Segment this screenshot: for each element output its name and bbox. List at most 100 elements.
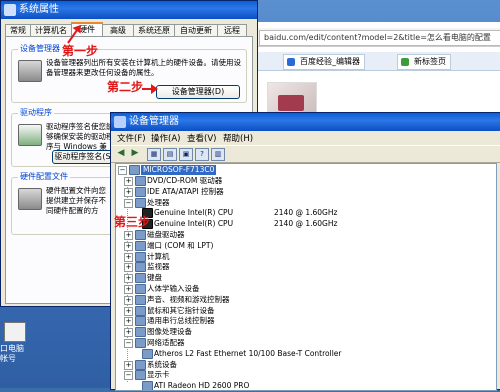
tree-label: 人体学输入设备 <box>147 284 200 293</box>
device-icon <box>142 348 153 359</box>
device-manager-description: 设备管理器列出所有安装在计算机上的硬件设备。请使用设备管理器来更改任何设备的属性… <box>46 58 241 77</box>
new-tab-icon <box>401 58 409 66</box>
menu-help[interactable]: 帮助(H) <box>223 132 253 144</box>
tree-label: 网络适配器 <box>147 338 185 347</box>
expand-icon[interactable]: + <box>124 317 133 327</box>
device-category-icon <box>135 305 146 316</box>
desktop-shortcut[interactable]: 口电脑 帐号 <box>0 322 30 382</box>
menu-view[interactable]: 查看(V) <box>187 132 216 144</box>
forward-icon[interactable]: ▶ <box>129 148 141 159</box>
computer-icon <box>129 165 140 175</box>
tree-label: DVD/CD-ROM 驱动器 <box>147 176 223 185</box>
device-category-icon <box>135 262 146 273</box>
menu-file[interactable]: 文件(F) <box>117 132 146 144</box>
address-bar: baidu.com/edit/content?model=2&title=怎么看… <box>251 28 500 47</box>
baidu-paw-icon <box>287 58 295 66</box>
expand-icon[interactable]: + <box>124 295 133 305</box>
browser-tab-editor[interactable]: 百度经验_编辑器 <box>283 54 365 70</box>
device-category-icon <box>135 240 146 251</box>
expand-icon[interactable]: + <box>124 177 133 186</box>
expand-icon[interactable]: + <box>124 263 133 273</box>
device-manager-icon <box>18 60 42 82</box>
device-category-icon <box>135 284 146 294</box>
step1-annotation: 第一步 <box>62 44 99 58</box>
device-category-icon <box>135 251 146 262</box>
driver-signing-icon <box>18 124 42 146</box>
expand-icon[interactable]: + <box>124 252 133 262</box>
tree-label: 图像处理设备 <box>147 327 192 337</box>
device-category-icon <box>135 370 146 381</box>
driver-description: 驱动程序签名使您能够确保安装的驱动程序与 Windows 兼容。Windows … <box>46 122 114 151</box>
device-category-icon <box>135 176 146 186</box>
address-input[interactable]: baidu.com/edit/content?model=2&title=怎么看… <box>259 30 500 46</box>
menu-bar: 文件(F) 操作(A) 查看(V) 帮助(H) <box>111 131 500 145</box>
expand-icon[interactable]: + <box>124 285 133 294</box>
help-icon[interactable]: ? <box>195 148 209 161</box>
tree-label: 磁盘驱动器 <box>147 230 185 239</box>
device-category-icon <box>135 186 146 197</box>
step3-annotation: 第三步 <box>114 215 151 229</box>
cpu-speed: 2140 @ 1.60GHz <box>274 219 338 229</box>
tree-label: Genuine Intel(R) CPU <box>154 208 234 218</box>
view-icon[interactable]: ▥ <box>211 148 225 161</box>
expand-icon[interactable]: + <box>124 241 133 251</box>
expand-icon[interactable]: + <box>124 328 133 338</box>
expand-icon[interactable]: + <box>124 187 133 197</box>
browser-tab-strip: 百度经验_编辑器 新标签页 <box>251 52 500 71</box>
expand-icon[interactable]: + <box>124 231 133 240</box>
expand-icon[interactable]: + <box>124 360 133 370</box>
device-category-icon <box>135 230 146 240</box>
collapse-icon[interactable]: − <box>124 198 133 208</box>
tree-label: 计算机 <box>147 251 170 261</box>
device-category-icon <box>135 273 146 284</box>
device-manager-button[interactable]: 设备管理器(D) <box>156 85 240 99</box>
device-icon <box>142 381 153 390</box>
tree-label: 处理器 <box>147 197 170 207</box>
computer-icon <box>4 4 16 16</box>
device-manager-titlebar: 设备管理器 <box>111 113 500 131</box>
tree-label: 鼠标和其它指针设备 <box>147 305 215 315</box>
baidu-watermark: Baidu经验 <box>420 348 488 391</box>
device-category-icon <box>135 359 146 370</box>
expand-icon[interactable]: + <box>124 306 133 316</box>
step2-annotation: 第二步 <box>107 80 144 94</box>
device-category-icon <box>135 316 146 327</box>
document-icon <box>4 322 26 342</box>
expand-icon[interactable]: + <box>124 274 133 284</box>
cpu-speed: 2140 @ 1.60GHz <box>274 208 338 218</box>
tree-label: 端口 (COM 和 LPT) <box>147 240 214 250</box>
device-category-icon <box>135 294 146 305</box>
tree-label: 监视器 <box>147 262 170 272</box>
device-manager-title-icon <box>114 116 126 128</box>
step2-arrow <box>142 84 158 94</box>
tree-label: 显示卡 <box>147 370 170 380</box>
device-category-icon <box>135 327 146 338</box>
hardware-profile-group-title: 硬件配置文件 <box>18 171 70 182</box>
back-icon[interactable]: ◀ <box>115 148 127 159</box>
hardware-profile-description: 硬件配置文件向您提供建立并保存不同硬件配置的方法。 <box>46 186 106 215</box>
desktop-shortcut-label-line2: 帐号 <box>0 354 16 363</box>
tree-label: 键盘 <box>147 273 162 283</box>
tree-label: Atheros L2 Fast Ethernet 10/100 Base-T C… <box>154 348 342 358</box>
show-hide-tree-icon[interactable]: ▤ <box>163 148 177 161</box>
print-icon[interactable]: ▣ <box>179 148 193 161</box>
tree-label: 系统设备 <box>147 359 177 369</box>
driver-group-title: 驱动程序 <box>18 107 54 118</box>
tree-label: IDE ATA/ATAPI 控制器 <box>147 186 224 196</box>
browser-tab-new[interactable]: 新标签页 <box>397 54 451 70</box>
tree-label: 通用串行总线控制器 <box>147 316 215 326</box>
toolbar: ◀ ▶ ▦ ▤ ▣ ? ▥ <box>111 145 500 163</box>
device-manager-group-title: 设备管理器 <box>18 43 62 54</box>
menu-action[interactable]: 操作(A) <box>151 132 180 144</box>
collapse-icon[interactable]: − <box>124 371 133 381</box>
desktop-shortcut-label-line1: 口电脑 <box>0 344 24 353</box>
properties-icon[interactable]: ▦ <box>147 148 161 161</box>
tree-label: ATI Radeon HD 2600 PRO <box>154 381 250 391</box>
computer-name: MICROSOF-F713C0 <box>141 165 217 175</box>
driver-signing-button[interactable]: 驱动程序签名(S) <box>52 150 116 164</box>
tree-label: Genuine Intel(R) CPU <box>154 219 234 229</box>
collapse-icon[interactable]: − <box>124 339 133 348</box>
collapse-icon[interactable]: − <box>118 166 127 175</box>
tree-label: 声音、视频和游戏控制器 <box>147 294 230 304</box>
hardware-profile-icon <box>18 188 42 210</box>
